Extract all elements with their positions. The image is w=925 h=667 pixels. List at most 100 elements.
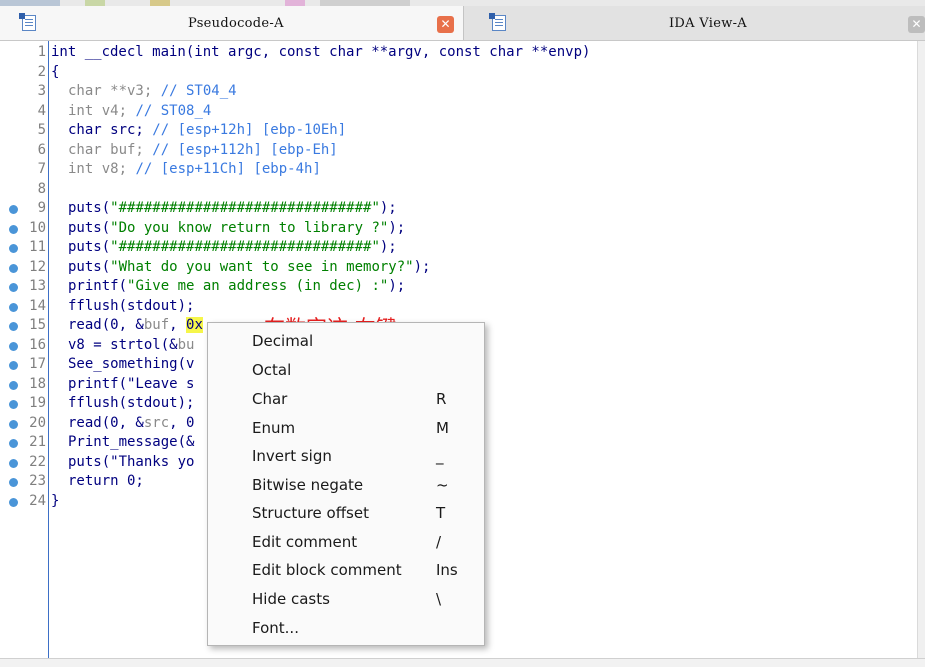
local-var: buf: [143, 317, 170, 333]
breakpoint-marker-icon[interactable]: [9, 302, 18, 312]
menu-item-label: Decimal: [252, 332, 314, 350]
line-number: 8: [37, 180, 46, 197]
menu-item-shortcut: M: [436, 419, 449, 437]
menu-item-label: Octal: [252, 361, 292, 379]
breakpoint-marker-icon[interactable]: [9, 458, 18, 468]
tab-ida-view-a[interactable]: IDA View-A ✕: [464, 6, 925, 40]
code-line[interactable]: 13 printf("Give me an address (in dec) :"…: [0, 277, 925, 297]
menu-item-label: Enum: [252, 419, 296, 437]
code-text: printf("Give me an address (in dec) :");: [68, 277, 405, 297]
breakpoint-marker-icon[interactable]: [9, 283, 18, 292]
close-icon[interactable]: ✕: [437, 16, 454, 33]
code-line[interactable]: 8: [0, 180, 925, 200]
comment: // ST08_4: [135, 102, 212, 119]
menu-item-shortcut: ~: [436, 476, 449, 494]
code-line[interactable]: 7 int v8; // [esp+11Ch] [ebp-4h]: [0, 160, 925, 180]
code-line[interactable]: 11 puts("##############################")…: [0, 238, 925, 258]
call: puts(: [68, 200, 111, 216]
close-icon[interactable]: ✕: [908, 16, 925, 33]
menu-item-shortcut: /: [436, 533, 442, 551]
menu-item-label: Hide casts: [252, 590, 330, 608]
string-literal: "Do you know return to library ?": [110, 219, 389, 236]
code-text: puts("Do you know return to library ?");: [68, 219, 405, 239]
call: puts(: [68, 239, 111, 255]
breakpoint-marker-icon[interactable]: [9, 400, 18, 409]
call: read(0, &: [68, 317, 144, 333]
code-line[interactable]: 10 puts("Do you know return to library ?"…: [0, 219, 925, 239]
menu-item-enum[interactable]: Enum M: [252, 415, 472, 442]
call-end: );: [388, 278, 406, 294]
context-menu: Decimal Octal Char R Enum M Invert sign _ B…: [207, 322, 485, 646]
code-text: int v4; // ST08_4: [68, 102, 211, 122]
menu-item-label: Bitwise negate: [252, 476, 364, 494]
breakpoint-marker-icon[interactable]: [9, 341, 18, 351]
breakpoint-marker-icon[interactable]: [9, 419, 18, 429]
comment: // [esp+11Ch] [ebp-4h]: [135, 161, 321, 177]
call: printf(: [68, 278, 128, 294]
breakpoint-marker-icon[interactable]: [9, 478, 18, 487]
comment: // [esp+112h] [ebp-Eh]: [152, 141, 338, 158]
menu-item-edit-comment[interactable]: Edit comment /: [252, 529, 472, 556]
breakpoint-marker-icon[interactable]: [9, 361, 18, 370]
menu-item-edit-block-comment[interactable]: Edit block comment Ins: [252, 557, 472, 584]
code-text: puts("##############################");: [68, 199, 397, 219]
line-number: 22: [29, 453, 46, 470]
code-text: fflush(stdout);: [68, 395, 195, 411]
line-number: 2: [37, 63, 46, 80]
call-end: );: [413, 258, 431, 275]
declaration: char **v3;: [68, 83, 161, 99]
tab-bar: Pseudocode-A ✕ IDA View-A ✕: [0, 6, 925, 41]
breakpoint-marker-icon[interactable]: [9, 439, 18, 448]
menu-item-shortcut: _: [436, 447, 444, 465]
menu-item-shortcut: R: [436, 390, 447, 408]
code-text: char **v3; // ST04_4: [68, 82, 237, 102]
breakpoint-marker-icon[interactable]: [9, 224, 18, 234]
menu-item-bitwise-negate[interactable]: Bitwise negate ~: [252, 472, 472, 499]
menu-item-label: Font...: [252, 619, 299, 637]
line-number: 13: [29, 278, 46, 294]
code-text: v8 = strtol(&bu: [68, 336, 194, 356]
string-literal: "##############################": [110, 200, 380, 216]
menu-item-decimal[interactable]: Decimal: [252, 328, 472, 355]
menu-item-shortcut: \: [436, 590, 442, 608]
line-number: 20: [29, 414, 46, 431]
code-line[interactable]: 12 puts("What do you want to see in memor…: [0, 258, 925, 278]
declaration: char src;: [68, 122, 153, 138]
code-line[interactable]: 1 int __cdecl main(int argc, const char *…: [0, 43, 925, 63]
code-text: fflush(stdout);: [68, 297, 195, 314]
tab-pseudocode-a[interactable]: Pseudocode-A ✕: [0, 6, 464, 40]
line-number: 24: [29, 492, 46, 509]
breakpoint-marker-icon[interactable]: [9, 263, 18, 273]
menu-item-font[interactable]: Font...: [252, 615, 472, 642]
breakpoint-marker-icon[interactable]: [9, 322, 18, 331]
code-line[interactable]: 9 puts("##############################");: [0, 199, 925, 219]
code-line[interactable]: 6 char buf; // [esp+112h] [ebp-Eh]: [0, 141, 925, 161]
breakpoint-marker-icon[interactable]: [9, 380, 18, 390]
code-line[interactable]: 5 char src; // [esp+12h] [ebp-10Eh]: [0, 121, 925, 141]
menu-item-char[interactable]: Char R: [252, 386, 472, 413]
code-text: return 0;: [68, 473, 144, 489]
menu-item-octal[interactable]: Octal: [252, 357, 472, 384]
menu-item-hide-casts[interactable]: Hide casts \: [252, 586, 472, 613]
line-number: 18: [29, 375, 46, 392]
menu-item-label: Edit comment: [252, 533, 358, 551]
code-line[interactable]: 3 char **v3; // ST04_4: [0, 82, 925, 102]
line-number: 3: [37, 83, 46, 99]
call: puts(: [68, 258, 111, 275]
breakpoint-marker-icon[interactable]: [9, 244, 18, 253]
code-text: printf("Leave s: [68, 375, 195, 392]
declaration: int v4;: [68, 102, 136, 119]
selected-number[interactable]: 0x: [186, 317, 203, 333]
code-text: puts("##############################");: [68, 238, 397, 258]
call-sep: , 0: [169, 414, 195, 431]
menu-item-structure-offset[interactable]: Structure offset T: [252, 500, 472, 527]
breakpoint-marker-icon[interactable]: [9, 497, 18, 507]
breakpoint-marker-icon[interactable]: [9, 205, 18, 214]
line-number: 1: [37, 44, 46, 60]
line-number: 6: [37, 141, 46, 158]
line-number: 23: [29, 473, 46, 489]
code-line[interactable]: 2{: [0, 63, 925, 83]
code-line[interactable]: 4 int v4; // ST08_4: [0, 102, 925, 122]
code-line[interactable]: 14 fflush(stdout);: [0, 297, 925, 317]
menu-item-invert-sign[interactable]: Invert sign _: [252, 443, 472, 470]
